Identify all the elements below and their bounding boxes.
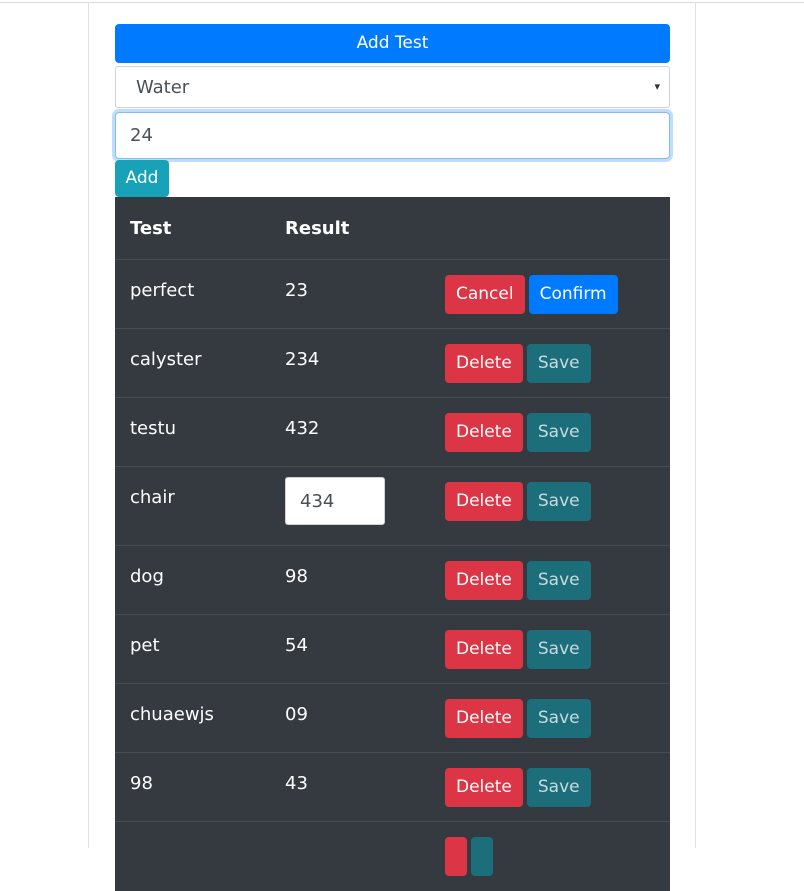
result-cell: [270, 821, 430, 891]
actions-cell: Delete Save: [430, 545, 670, 615]
test-cell: perfect: [115, 259, 270, 329]
delete-button[interactable]: Delete: [445, 699, 523, 738]
result-cell: 54: [270, 614, 430, 684]
save-button[interactable]: Save: [526, 768, 591, 807]
test-cell: calyster: [115, 328, 270, 398]
test-cell: chair: [115, 466, 270, 546]
test-cell: testu: [115, 397, 270, 467]
result-cell: 234: [270, 328, 430, 398]
top-divider: [0, 2, 804, 3]
test-cell: dog: [115, 545, 270, 615]
cancel-button[interactable]: Cancel: [445, 275, 525, 314]
confirm-button[interactable]: Confirm: [528, 275, 618, 314]
result-cell: 09: [270, 683, 430, 753]
table-row: pet 54 Delete Save: [115, 614, 670, 684]
table-row: testu 432 Delete Save: [115, 397, 670, 467]
column-header-result: Result: [270, 197, 430, 260]
save-button[interactable]: [471, 837, 493, 876]
table-row: chuaewjs 09 Delete Save: [115, 683, 670, 753]
actions-cell: Delete Save: [430, 328, 670, 398]
table-row: perfect 23 Cancel Confirm: [115, 259, 670, 329]
delete-button[interactable]: Delete: [445, 482, 523, 521]
table-row: dog 98 Delete Save: [115, 545, 670, 615]
result-cell: [270, 466, 430, 546]
delete-button[interactable]: Delete: [445, 768, 523, 807]
add-button[interactable]: Add: [115, 160, 169, 197]
actions-cell: [430, 821, 670, 891]
table-header-row: Test Result: [115, 197, 670, 260]
save-button[interactable]: Save: [526, 482, 591, 521]
column-header-actions: [430, 197, 670, 260]
delete-button[interactable]: Delete: [445, 413, 523, 452]
delete-button[interactable]: [445, 837, 467, 876]
table-row: chair DeleteSave: [115, 466, 670, 546]
result-cell: 98: [270, 545, 430, 615]
test-cell: pet: [115, 614, 270, 684]
table-row: calyster 234 Delete Save: [115, 328, 670, 398]
result-cell: 432: [270, 397, 430, 467]
delete-button[interactable]: Delete: [445, 344, 523, 383]
actions-cell: Delete Save: [430, 466, 670, 546]
test-cell: [115, 821, 270, 891]
delete-button[interactable]: Delete: [445, 630, 523, 669]
add-test-button[interactable]: Add Test: [115, 24, 670, 63]
result-edit-input[interactable]: [285, 477, 385, 525]
save-button[interactable]: Save: [526, 413, 591, 452]
results-table: Test Result perfect 23 Cancel Confirm cal…: [115, 197, 670, 891]
container-border-left: [88, 2, 89, 848]
test-cell: 98: [115, 752, 270, 822]
actions-cell: Delete Save: [430, 683, 670, 753]
delete-button[interactable]: Delete: [445, 561, 523, 600]
save-button[interactable]: Save: [526, 630, 591, 669]
container-border-right: [695, 2, 696, 848]
actions-cell: Cancel Confirm: [430, 259, 670, 329]
save-button[interactable]: Save: [526, 561, 591, 600]
actions-cell: Delete Save: [430, 397, 670, 467]
result-input[interactable]: [115, 112, 670, 159]
caret-down-icon: ▾: [654, 80, 660, 93]
table-row: [115, 821, 670, 891]
column-header-test: Test: [115, 197, 270, 260]
actions-cell: Delete Save: [430, 614, 670, 684]
test-select[interactable]: Water ▾: [115, 66, 670, 108]
save-button[interactable]: Save: [526, 344, 591, 383]
test-cell: chuaewjs: [115, 683, 270, 753]
table-row: 98 43 Delete Save: [115, 752, 670, 822]
save-button[interactable]: Save: [526, 699, 591, 738]
test-form-column: Add Test Water ▾ Add Test Result perfect…: [115, 24, 670, 891]
actions-cell: Delete Save: [430, 752, 670, 822]
test-select-value: Water: [136, 77, 190, 98]
result-cell: 23: [270, 259, 430, 329]
result-cell: 43: [270, 752, 430, 822]
